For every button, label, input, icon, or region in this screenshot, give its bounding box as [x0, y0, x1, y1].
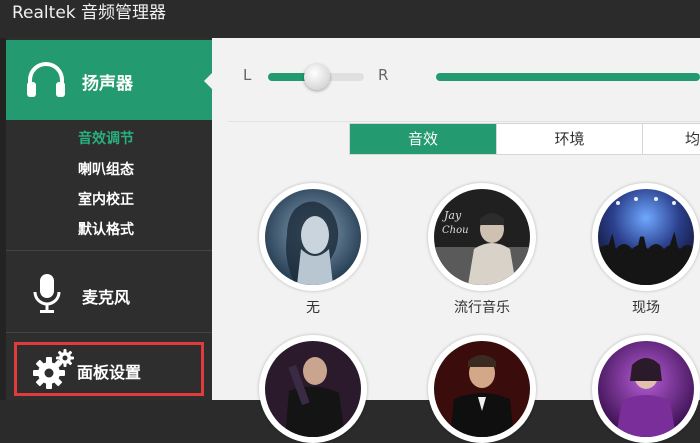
submenu-room-correction[interactable]: 室内校正: [78, 189, 134, 209]
preset-pop[interactable]: Jay Chou: [428, 183, 536, 291]
preset-vocal-image: [598, 341, 694, 437]
tab-equalizer[interactable]: 均: [643, 124, 700, 154]
title-bar: Realtek 音频管理器: [0, 0, 700, 38]
speaker-tab[interactable]: 扬声器: [6, 40, 213, 120]
preset-none-image: [265, 189, 361, 285]
divider-line: [228, 121, 700, 122]
preset-classical[interactable]: [428, 335, 536, 443]
preset-classical-image: [434, 341, 530, 437]
balance-left-label: L: [243, 66, 252, 84]
panel-settings-label: 面板设置: [77, 363, 142, 382]
preset-rock[interactable]: [259, 335, 367, 443]
microphone-tab[interactable]: 麦克风: [6, 260, 212, 330]
sidebar: 扬声器 音效调节 喇叭组态 室内校正 默认格式 麦克风 面板设置: [0, 38, 213, 400]
svg-text:Jay: Jay: [442, 209, 462, 222]
preset-live[interactable]: [592, 183, 700, 291]
effect-tabs: 音效 环境 均: [349, 123, 700, 155]
panel-settings-button[interactable]: 面板设置: [14, 342, 204, 396]
sidebar-divider: [6, 332, 212, 333]
gears-icon: [33, 349, 74, 389]
preset-live-image: [598, 189, 694, 285]
balance-right-label: R: [378, 66, 389, 84]
submenu-sound-effects[interactable]: 音效调节: [78, 128, 134, 148]
volume-slider[interactable]: [436, 73, 700, 81]
main-panel: L R 音效 环境 均 无 Jay Chou 流行音乐 现场: [212, 38, 700, 443]
preset-rock-image: [265, 341, 361, 437]
svg-text:Chou: Chou: [442, 225, 469, 236]
preset-none-label: 无: [306, 300, 320, 316]
headphones-icon: [27, 62, 65, 97]
tab-environment[interactable]: 环境: [497, 124, 642, 154]
microphone-tab-label: 麦克风: [82, 288, 131, 307]
preset-none[interactable]: [259, 183, 367, 291]
submenu-default-format[interactable]: 默认格式: [78, 219, 134, 239]
microphone-icon: [33, 274, 61, 313]
submenu-speaker-config[interactable]: 喇叭组态: [78, 159, 134, 179]
preset-live-label: 现场: [632, 300, 660, 316]
preset-vocal[interactable]: [592, 335, 700, 443]
speaker-tab-label: 扬声器: [82, 74, 133, 94]
tab-sound-effects[interactable]: 音效: [350, 124, 496, 154]
sidebar-divider: [6, 250, 212, 251]
window-title: Realtek 音频管理器: [12, 3, 167, 23]
preset-pop-image: Jay Chou: [434, 189, 530, 285]
preset-pop-label: 流行音乐: [454, 300, 510, 316]
balance-slider-thumb[interactable]: [304, 64, 330, 90]
